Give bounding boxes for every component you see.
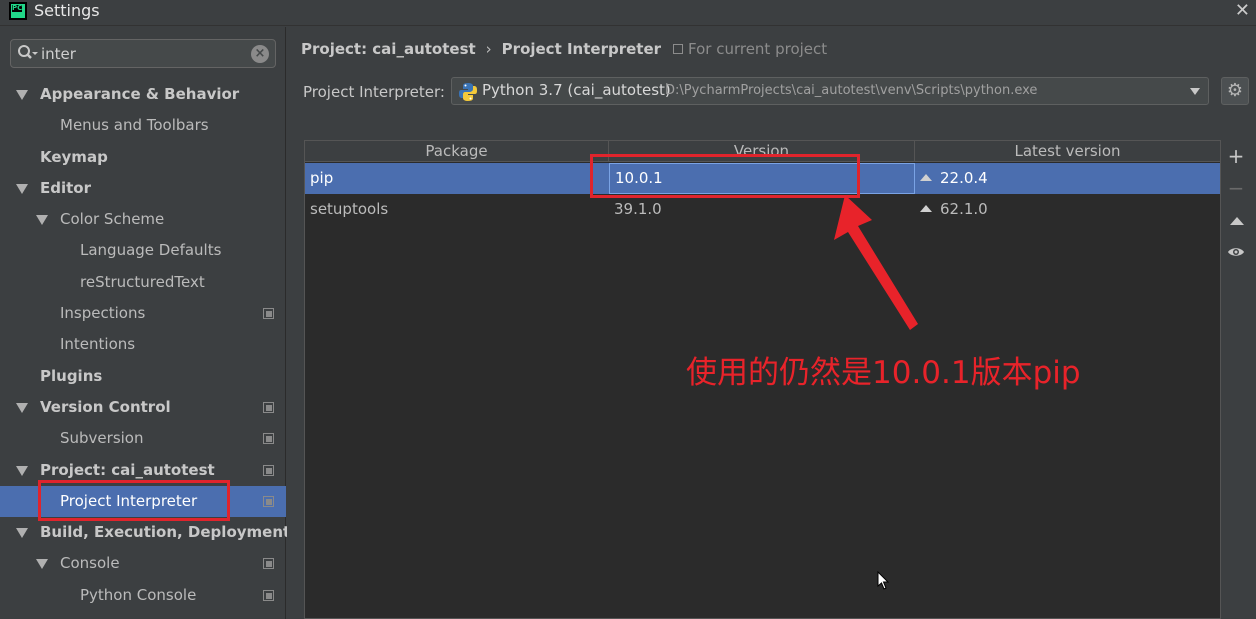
annotation-box-version [590,154,860,198]
annotation-text: 使用的仍然是10.0.1版本pip [686,355,1081,391]
sidebar-item-label: Editor [40,178,91,197]
eye-icon [1228,248,1244,256]
sidebar-item-label: Appearance & Behavior [40,85,240,103]
python-icon [459,83,477,101]
upgrade-available-icon [920,174,932,181]
interpreter-path: D:\PycharmProjects\cai_autotest\venv\Scr… [665,83,1038,98]
package-name-cell: setuptools [310,200,389,218]
title-bar: PC Settings ✕ [0,0,1256,26]
sidebar-item-label: Language Defaults [80,241,222,260]
search-icon[interactable] [17,44,39,64]
sidebar-item-subversion[interactable]: Subversion [0,423,286,454]
interpreter-label: Project Interpreter: [303,83,445,101]
copy-icon [263,401,274,413]
sidebar-item-python-console[interactable]: Python Console [0,580,286,611]
breadcrumb-page: Project Interpreter [501,40,662,58]
sidebar-item-appearance-behavior[interactable]: Appearance & Behavior [0,79,286,110]
chevron-down-icon[interactable] [16,465,28,476]
sidebar-item-label: Plugins [40,366,103,385]
copy-icon [263,433,274,445]
main-panel: Project: cai_autotest › Project Interprete… [287,27,1256,619]
copy-icon [263,495,274,507]
chevron-down-icon[interactable] [16,402,28,413]
search-input[interactable] [41,43,241,65]
settings-tree: Appearance & Behavior Menus and Toolbars K… [0,79,290,611]
sidebar-item-plugins[interactable]: Plugins [0,361,286,392]
sidebar-item-label: Subversion [60,429,144,448]
sidebar-item-label: Python Console [80,585,197,604]
copy-icon [263,464,274,476]
sidebar-item-label: Menus and Toolbars [60,116,209,135]
sidebar-item-console[interactable]: Console [0,548,286,579]
breadcrumb-separator: › [485,40,492,58]
add-package-button[interactable]: + [1222,142,1250,170]
close-icon[interactable]: ✕ [1235,0,1250,21]
gear-icon[interactable]: ⚙ [1221,77,1249,105]
latest-version-cell: 62.1.0 [915,194,1220,225]
up-icon [1230,217,1244,225]
clear-search-icon[interactable]: × [251,45,269,63]
sidebar-item-inspections[interactable]: Inspections [0,298,286,329]
search-box[interactable]: × [10,39,276,68]
column-header-latest-version[interactable]: Latest version [915,141,1220,162]
pycharm-logo-icon: PC [9,2,27,20]
interpreter-name: Python 3.7 (cai_autotest) [482,81,671,99]
sidebar-item-menus-and-toolbars[interactable]: Menus and Toolbars [0,110,286,141]
copy-icon [263,589,274,601]
copy-icon [673,44,683,54]
annotation-box-sidebar [38,480,230,521]
sidebar-item-label: reStructuredText [80,272,205,291]
sidebar-item-label: Console [60,554,120,573]
chevron-down-icon[interactable] [1190,88,1200,95]
sidebar-item-label: Keymap [40,147,108,166]
copy-icon [263,558,274,570]
settings-sidebar: × Appearance & Behavior Menus and Toolbar… [0,27,290,619]
breadcrumb-project: Project: cai_autotest [301,40,476,58]
upgrade-package-button[interactable] [1222,206,1250,234]
annotation-arrow [834,195,918,330]
table-row[interactable]: setuptools 39.1.0 62.1.0 [305,194,1220,225]
sidebar-item-label: Inspections [60,304,146,323]
chevron-down-icon[interactable] [16,90,28,100]
sidebar-item-build-execution-deployment[interactable]: Build, Execution, Deployment [0,517,290,548]
interpreter-select[interactable]: Python 3.7 (cai_autotest) D:\PycharmProj… [451,77,1209,105]
chevron-down-icon[interactable] [16,183,28,194]
sidebar-item-label: Version Control [40,397,171,416]
chevron-down-icon[interactable] [36,559,48,570]
sidebar-item-keymap[interactable]: Keymap [0,142,286,173]
show-details-button[interactable] [1222,238,1250,266]
window-title: Settings [34,1,100,20]
latest-version-cell: 22.0.4 [915,163,1220,194]
sidebar-item-label: Color Scheme [60,210,165,229]
sidebar-item-restructuredtext[interactable]: reStructuredText [0,267,286,298]
sidebar-item-label: Intentions [60,335,136,354]
sidebar-item-version-control[interactable]: Version Control [0,392,286,423]
for-current-project: For current project [673,40,827,58]
breadcrumb: Project: cai_autotest › Project Interprete… [301,40,661,58]
sidebar-item-color-scheme[interactable]: Color Scheme [0,204,286,235]
package-name-cell: pip [310,169,334,187]
sidebar-item-intentions[interactable]: Intentions [0,329,286,360]
copy-icon [263,308,274,320]
column-header-package[interactable]: Package [305,141,609,162]
sidebar-item-label: Build, Execution, Deployment [40,523,291,542]
sidebar-item-editor[interactable]: Editor [0,173,286,204]
mouse-cursor-icon [877,571,890,590]
chevron-down-icon[interactable] [36,215,48,226]
sidebar-item-language-defaults[interactable]: Language Defaults [0,235,286,266]
remove-package-button[interactable]: − [1222,174,1250,202]
chevron-down-icon[interactable] [16,528,28,539]
